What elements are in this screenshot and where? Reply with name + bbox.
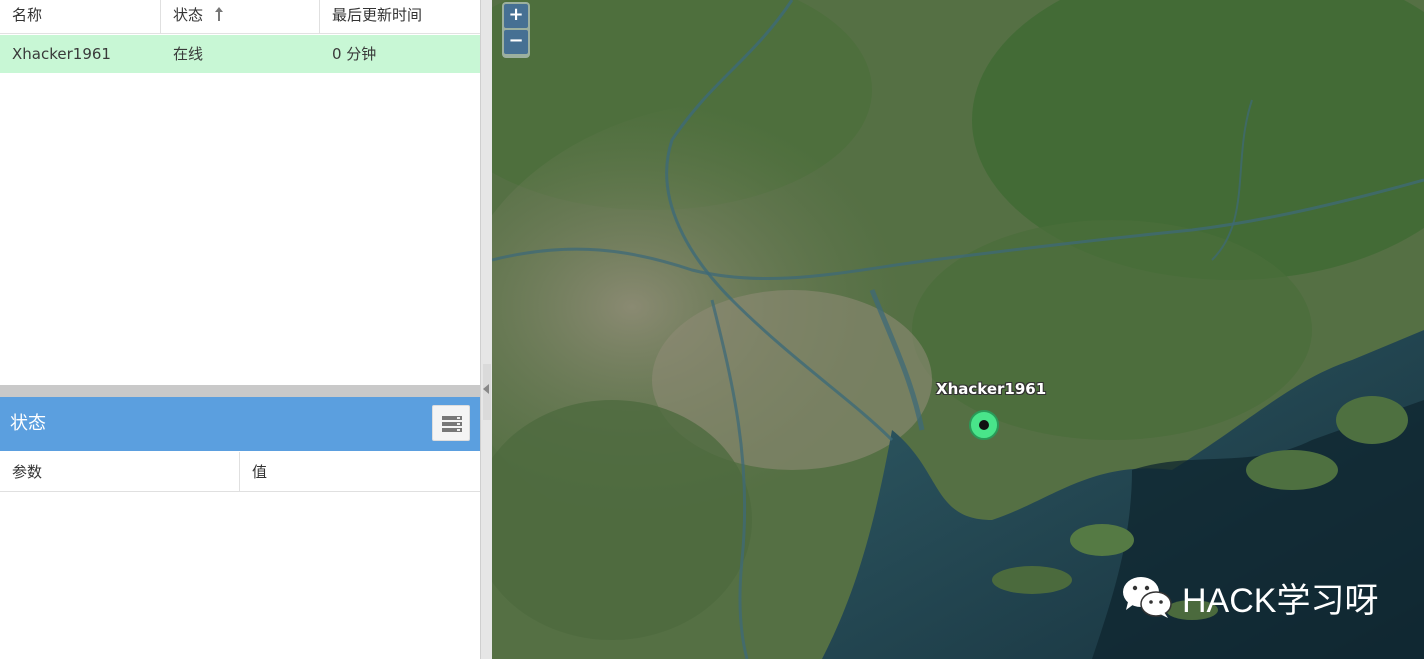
column-parameter-label: 参数 [12, 463, 43, 481]
column-parameter[interactable]: 参数 [0, 452, 240, 492]
device-grid-header: 名称 状态 最后更新时间 [0, 0, 480, 34]
cell-name: Xhacker1961 [12, 45, 111, 63]
left-panel: 名称 状态 最后更新时间 Xhacker1961 在线 0 分钟 状态 参数 值 [0, 0, 480, 659]
cell-status: 在线 [173, 45, 204, 63]
column-last-update-label: 最后更新时间 [332, 6, 423, 24]
panel-menu-button[interactable] [432, 405, 470, 441]
list-menu-icon [442, 416, 462, 432]
map-terrain [492, 0, 1424, 659]
satellite-map[interactable]: + − Xhacker1961 HACK学习呀 [492, 0, 1424, 659]
sort-ascending-icon [214, 2, 224, 21]
cell-last-update: 0 分钟 [332, 45, 377, 63]
panel-resize-handle[interactable] [0, 385, 480, 397]
vertical-splitter[interactable] [480, 0, 492, 659]
status-panel-header: 状态 [0, 397, 480, 451]
marker-center-dot [979, 420, 989, 430]
column-value[interactable]: 值 [240, 452, 480, 492]
zoom-control: + − [502, 2, 530, 58]
collapse-arrow-icon[interactable] [483, 384, 489, 394]
watermark-text: HACK学习呀 [1182, 581, 1379, 620]
zoom-in-button[interactable]: + [504, 4, 528, 28]
wechat-icon [1123, 577, 1172, 618]
column-last-update[interactable]: 最后更新时间 [320, 0, 480, 34]
column-status[interactable]: 状态 [161, 0, 320, 34]
column-name[interactable]: 名称 [0, 0, 161, 34]
column-status-label: 状态 [173, 6, 204, 24]
device-marker[interactable] [969, 410, 999, 440]
status-panel-title: 状态 [10, 413, 46, 434]
marker-label: Xhacker1961 [936, 380, 1047, 398]
column-value-label: 值 [252, 463, 268, 481]
column-name-label: 名称 [12, 6, 43, 24]
table-row[interactable]: Xhacker1961 在线 0 分钟 [0, 35, 480, 73]
watermark: HACK学习呀 [1120, 574, 1378, 620]
status-grid-header: 参数 值 [0, 452, 480, 492]
zoom-out-button[interactable]: − [504, 30, 528, 54]
